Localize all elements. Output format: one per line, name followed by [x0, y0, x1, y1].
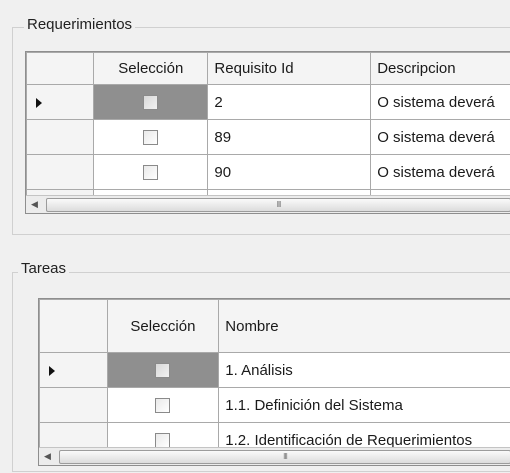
current-row-arrow-icon	[36, 97, 42, 108]
descripcion-cell[interactable]: O sistema deverá	[370, 154, 510, 190]
column-header-descripcion[interactable]: Descripcion	[370, 52, 510, 85]
chevron-left-icon[interactable]: ◀	[26, 196, 43, 213]
requisito-id-cell[interactable]: 2	[207, 84, 372, 120]
selection-cell[interactable]	[93, 119, 209, 155]
selection-checkbox[interactable]	[143, 165, 159, 181]
table-row[interactable]: 89 O sistema deverá	[26, 119, 510, 155]
descripcion-cell[interactable]: O sistema deverá	[370, 84, 510, 120]
tareas-title: Tareas	[18, 260, 70, 278]
selection-cell[interactable]	[106, 387, 220, 423]
current-row-arrow-icon	[49, 365, 55, 376]
row-header[interactable]	[26, 119, 95, 155]
row-header[interactable]	[26, 84, 95, 120]
nombre-cell[interactable]: 1. Análisis	[218, 352, 510, 388]
requerimientos-horizontal-scrollbar[interactable]: ◀ III	[26, 195, 510, 213]
selection-cell[interactable]	[93, 84, 209, 120]
tareas-horizontal-scrollbar[interactable]: ◀ III	[39, 447, 510, 465]
table-row[interactable]: 1.1. Definición del Sistema	[39, 387, 510, 423]
descripcion-cell[interactable]: O sistema deverá	[370, 119, 510, 155]
scroll-grip: III	[283, 452, 288, 461]
column-header-seleccion[interactable]: Selección	[106, 299, 220, 353]
selection-checkbox[interactable]	[155, 398, 171, 414]
tareas-grid[interactable]: Selección Nombre 1. Análisis 1.1. Defini…	[38, 298, 510, 466]
column-header-requisito-id[interactable]: Requisito Id	[207, 52, 372, 85]
scroll-grip: III	[276, 200, 282, 209]
table-row[interactable]: 90 O sistema deverá	[26, 154, 510, 190]
requerimientos-table: Selección Requisito Id Descripcion 2 O s…	[26, 52, 510, 210]
selection-checkbox[interactable]	[143, 95, 159, 111]
column-header-seleccion[interactable]: Selección	[93, 52, 209, 85]
tareas-header-row: Selección Nombre	[39, 299, 510, 353]
tareas-corner-header	[39, 299, 108, 353]
row-header[interactable]	[39, 352, 108, 388]
nombre-cell[interactable]: 1.1. Definición del Sistema	[218, 387, 510, 423]
requisito-id-cell[interactable]: 89	[207, 119, 372, 155]
tareas-table: Selección Nombre 1. Análisis 1.1. Defini…	[39, 299, 510, 458]
row-header[interactable]	[39, 387, 108, 423]
requerimientos-header-row: Selección Requisito Id Descripcion	[26, 52, 510, 85]
requerimientos-scroll-thumb[interactable]: III	[46, 198, 510, 212]
selection-checkbox[interactable]	[143, 130, 159, 146]
table-row[interactable]: 1. Análisis	[39, 352, 510, 388]
table-row[interactable]: 2 O sistema deverá	[26, 84, 510, 120]
column-header-nombre[interactable]: Nombre	[218, 299, 510, 353]
requerimientos-title: Requerimientos	[24, 16, 136, 34]
requerimientos-grid[interactable]: Selección Requisito Id Descripcion 2 O s…	[25, 51, 510, 214]
selection-cell[interactable]	[93, 154, 209, 190]
row-header[interactable]	[26, 154, 95, 190]
tareas-scroll-thumb[interactable]: III	[59, 450, 510, 464]
requerimientos-corner-header	[26, 52, 95, 85]
selection-checkbox[interactable]	[155, 433, 171, 449]
requisito-id-cell[interactable]: 90	[207, 154, 372, 190]
chevron-left-icon[interactable]: ◀	[39, 448, 56, 465]
selection-cell[interactable]	[106, 352, 220, 388]
selection-checkbox[interactable]	[155, 363, 171, 379]
